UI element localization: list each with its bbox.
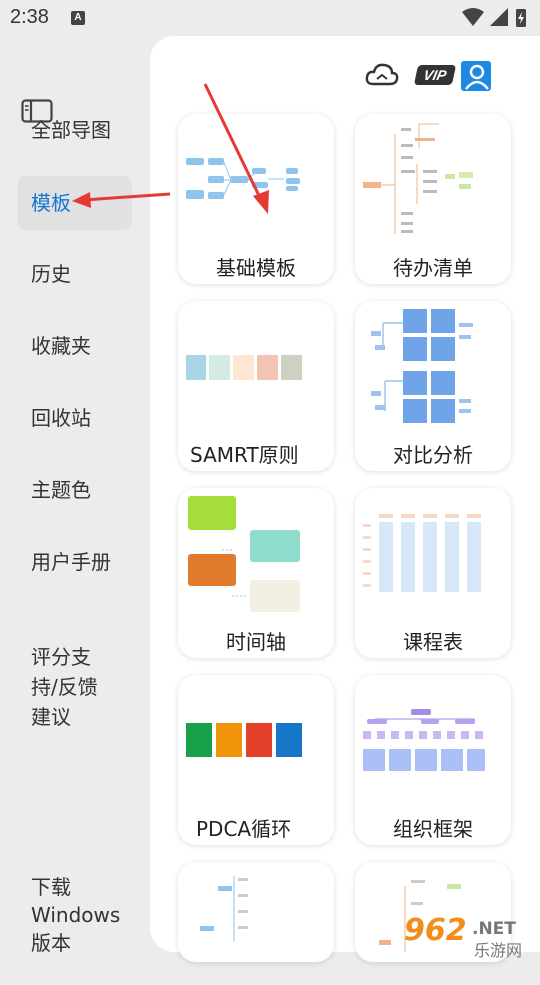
- watermark-number: 962: [404, 913, 467, 948]
- sidebar-item-user-manual[interactable]: 用户手册: [18, 547, 132, 577]
- comparison-template-thumbnail: [371, 309, 473, 423]
- vip-badge[interactable]: VIP: [413, 65, 457, 85]
- template-card-org-chart[interactable]: 组织框架: [355, 675, 511, 845]
- org-chart-template-thumbnail: [363, 709, 485, 771]
- schedule-template-thumbnail: [363, 514, 481, 592]
- sidebar-item-favorites[interactable]: 收藏夹: [18, 331, 132, 361]
- template-card-label: 时间轴: [226, 630, 286, 654]
- template-card-label: PDCA循环: [196, 817, 292, 841]
- signal-icon: [490, 8, 508, 26]
- sidebar-item-label: 回收站: [31, 406, 91, 430]
- site-watermark-logo: 962 .NET 乐游网: [404, 913, 522, 960]
- template-card-label: 组织框架: [393, 817, 473, 841]
- basic-template-thumbnail: [186, 158, 300, 199]
- pdca-template-thumbnail: [186, 723, 302, 757]
- sidebar-item-label: 模板: [31, 191, 71, 215]
- sidebar-item-all-maps[interactable]: 全部导图: [18, 115, 132, 145]
- timeline-template-thumbnail: [188, 496, 300, 612]
- sidebar-item-recycle-bin[interactable]: 回收站: [18, 403, 132, 433]
- template-card-label: 待办清单: [393, 256, 473, 280]
- vip-label: VIP: [422, 67, 448, 83]
- sidebar-item-feedback[interactable]: 评分支 持/反馈 建议: [18, 612, 132, 762]
- sidebar-item-label: 历史: [31, 262, 71, 286]
- sidebar-item-templates[interactable]: 模板: [18, 176, 132, 230]
- template-card-timeline[interactable]: 时间轴: [178, 488, 334, 658]
- sidebar-item-label: 用户手册: [31, 550, 111, 574]
- template-card-todo[interactable]: 待办清单: [355, 114, 511, 284]
- smart-template-thumbnail: [186, 355, 302, 380]
- partial-template-thumbnail: [200, 876, 248, 942]
- user-account-icon[interactable]: [461, 61, 491, 91]
- sidebar-item-theme-color[interactable]: 主题色: [18, 475, 132, 505]
- sidebar-item-label: 收藏夹: [31, 334, 91, 358]
- template-card-label: 对比分析: [393, 443, 473, 467]
- template-card-pdca[interactable]: PDCA循环: [178, 675, 334, 845]
- watermark-suffix: .NET: [472, 919, 516, 939]
- sidebar-item-label: 全部导图: [31, 118, 111, 142]
- template-card-smart[interactable]: SAMRT原则: [178, 301, 334, 471]
- template-card-comparison[interactable]: 对比分析: [355, 301, 511, 471]
- cloud-sync-icon[interactable]: [364, 60, 400, 92]
- watermark-site: 乐游网: [474, 941, 522, 960]
- template-card-label: 基础模板: [216, 256, 296, 280]
- template-card-schedule[interactable]: 课程表: [355, 488, 511, 658]
- todo-template-thumbnail: [363, 123, 473, 234]
- template-card-label: 课程表: [403, 630, 463, 654]
- status-icons: [462, 8, 526, 27]
- sidebar-item-label: 主题色: [31, 478, 91, 502]
- sidebar-item-label: 评分支 持/反馈 建议: [31, 645, 98, 729]
- template-card-partial[interactable]: [178, 862, 334, 962]
- notification-icon: A: [71, 11, 85, 25]
- template-card-basic[interactable]: 基础模板: [178, 114, 334, 284]
- sidebar-item-history[interactable]: 历史: [18, 259, 132, 289]
- sidebar-item-label: 下载 Windows 版本: [31, 875, 121, 955]
- wifi-icon: [462, 8, 484, 26]
- status-bar: 2:38 A: [0, 0, 540, 36]
- template-card-label: SAMRT原则: [190, 443, 299, 467]
- sidebar-item-download-windows[interactable]: 下载 Windows 版本: [18, 845, 132, 985]
- status-time: 2:38: [10, 6, 49, 28]
